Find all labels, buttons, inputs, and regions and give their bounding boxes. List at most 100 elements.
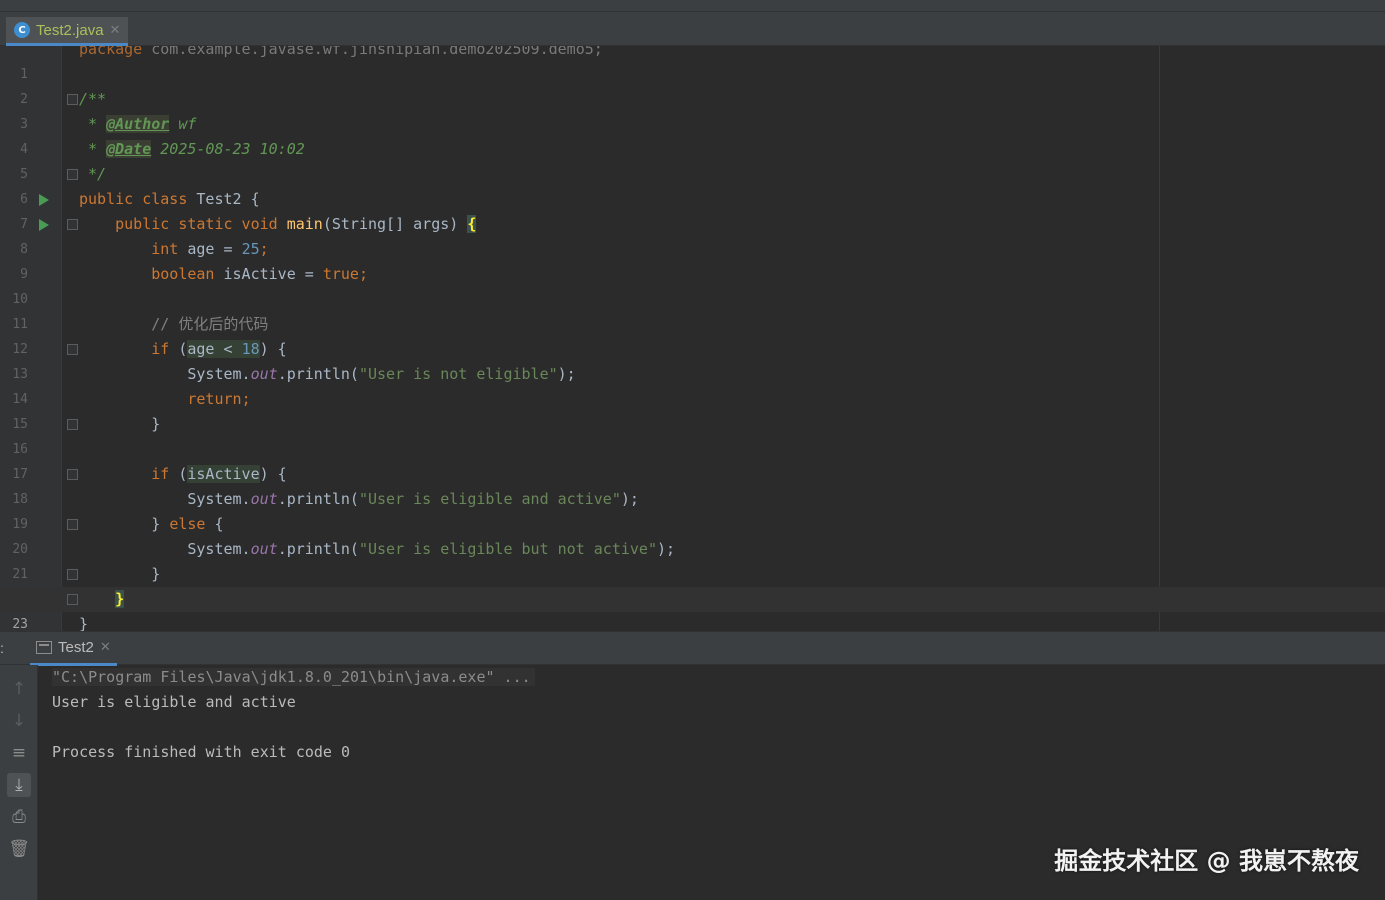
console-line: "C:\Program Files\Java\jdk1.8.0_201\bin\…: [52, 665, 535, 690]
run-icon[interactable]: [39, 219, 49, 231]
package-name: com.example.javase.wf.jinshipian.demo202…: [142, 46, 603, 58]
fold-marker-icon[interactable]: [67, 344, 78, 355]
number-literal: 18: [241, 340, 260, 358]
doc-comment: *: [79, 115, 107, 133]
code-lines[interactable]: 1 package com.example.javase.wf.jinshipi…: [0, 46, 1385, 631]
keyword: public static void: [79, 215, 278, 233]
code-line[interactable]: 2: [0, 62, 1385, 107]
code-line[interactable]: 22 }: [0, 562, 1385, 607]
code-text: }: [79, 515, 170, 533]
code-line[interactable]: 14 System.out.println("User is not eligi…: [0, 362, 1385, 407]
editor-tab-test2[interactable]: C Test2.java ✕: [6, 17, 129, 46]
code-text: );: [557, 365, 576, 383]
string-literal: "User is eligible and active": [358, 490, 621, 508]
soft-wrap-icon[interactable]: ≡: [7, 741, 31, 765]
watermark: 掘金技术社区 @ 我崽不熬夜: [1054, 847, 1359, 875]
console-output[interactable]: "C:\Program Files\Java\jdk1.8.0_201\bin\…: [52, 665, 535, 765]
number-literal: 25: [241, 240, 260, 258]
scroll-to-end-icon[interactable]: ⤓: [7, 773, 31, 797]
code-line[interactable]: 7 public class Test2 {: [0, 187, 1385, 232]
code-text: );: [656, 540, 676, 558]
code-line[interactable]: 16 }: [0, 412, 1385, 457]
keyword: else: [169, 515, 206, 533]
doc-comment: /**: [79, 90, 107, 108]
code-line[interactable]: 21 System.out.println("User is eligible …: [0, 537, 1385, 582]
code-line[interactable]: 8 public static void main(String[] args)…: [0, 212, 1385, 257]
doc-comment: 2025-08-23 10:02: [151, 140, 305, 158]
console-command[interactable]: "C:\Program Files\Java\jdk1.8.0_201\bin\…: [52, 668, 535, 686]
console-icon: [36, 641, 52, 654]
string-literal: "User is eligible but not active": [358, 540, 657, 558]
code-line[interactable]: 13 if (age < 18) {: [0, 337, 1385, 382]
semicolon: ;: [358, 265, 368, 283]
static-field: out: [250, 490, 278, 508]
matched-brace: {: [467, 215, 477, 233]
code-line[interactable]: 15 return;: [0, 387, 1385, 432]
code-text: System.: [79, 540, 251, 558]
code-line[interactable]: 9 int age = 25;: [0, 237, 1385, 282]
code-editor[interactable]: 1 package com.example.javase.wf.jinshipi…: [0, 46, 1385, 631]
code-text: .println(: [277, 365, 359, 383]
toolbar-strip: [0, 0, 1385, 12]
run-toolbar: ↑ ↓ ≡ ⤓ ⎙ 🗑: [0, 665, 38, 900]
trash-icon[interactable]: 🗑: [7, 837, 31, 861]
code-line[interactable]: 19 System.out.println("User is eligible …: [0, 487, 1385, 532]
code-line[interactable]: 10 boolean isActive = true;: [0, 262, 1385, 307]
code-line[interactable]: 12 // 优化后的代码: [0, 312, 1385, 357]
close-run-tab-icon[interactable]: ✕: [100, 640, 111, 655]
static-field: out: [250, 365, 278, 383]
run-icon[interactable]: [39, 194, 49, 206]
code-text: (String[] args): [322, 215, 468, 233]
close-tab-icon[interactable]: ✕: [110, 23, 121, 38]
code-line[interactable]: 17: [0, 437, 1385, 482]
console-line: User is eligible and active: [52, 693, 296, 711]
code-text: isActive =: [214, 265, 323, 283]
keyword: int: [79, 240, 179, 258]
run-panel-header: : Test2 ✕: [0, 631, 1385, 666]
up-arrow-icon[interactable]: ↑: [7, 677, 31, 701]
code-text: ) {: [259, 340, 287, 358]
code-line[interactable]: 3 /**: [0, 87, 1385, 132]
code-line[interactable]: 11: [0, 287, 1385, 332]
java-class-icon: C: [14, 22, 30, 38]
method-name: main: [286, 215, 323, 233]
code-line[interactable]: 24 }: [0, 612, 1385, 631]
run-tab-test2[interactable]: Test2 ✕: [30, 632, 117, 666]
code-line[interactable]: 6 */: [0, 162, 1385, 207]
semicolon: ;: [241, 390, 251, 408]
down-arrow-icon[interactable]: ↓: [7, 709, 31, 733]
code-line[interactable]: 20 } else {: [0, 512, 1385, 557]
code-text: .println(: [277, 540, 359, 558]
code-line[interactable]: 5 * @Date 2025-08-23 10:02: [0, 137, 1385, 182]
code-line[interactable]: 18 if (isActive) {: [0, 462, 1385, 507]
code-text: System.: [79, 490, 251, 508]
fold-marker-icon[interactable]: [67, 519, 78, 530]
string-literal: "User is not eligible": [358, 365, 558, 383]
code-text: (: [169, 340, 188, 358]
code-text: .println(: [277, 490, 359, 508]
fold-marker-icon[interactable]: [67, 169, 78, 180]
doc-tag: @Date: [106, 140, 152, 158]
code-line[interactable]: 4 * @Author wf: [0, 112, 1385, 157]
code-text: }: [79, 415, 161, 433]
fold-marker-icon[interactable]: [67, 219, 78, 230]
keyword: if: [79, 340, 170, 358]
editor-tab-bar: C Test2.java ✕: [0, 12, 1385, 46]
fold-marker-icon[interactable]: [67, 569, 78, 580]
code-text: (: [169, 465, 188, 483]
print-icon[interactable]: ⎙: [7, 805, 31, 829]
code-line-current[interactable]: 23 }: [0, 587, 1385, 631]
fold-marker-icon[interactable]: [67, 419, 78, 430]
fold-marker-icon[interactable]: [67, 94, 78, 105]
editor-tab-label: Test2.java: [36, 21, 104, 39]
semicolon: ;: [259, 240, 269, 258]
fold-marker-icon[interactable]: [67, 594, 78, 605]
code-text: System.: [79, 365, 251, 383]
keyword: boolean: [79, 265, 215, 283]
fold-marker-icon[interactable]: [67, 469, 78, 480]
code-text: }: [79, 615, 89, 631]
code-line[interactable]: 1 package com.example.javase.wf.jinshipi…: [0, 46, 1385, 82]
